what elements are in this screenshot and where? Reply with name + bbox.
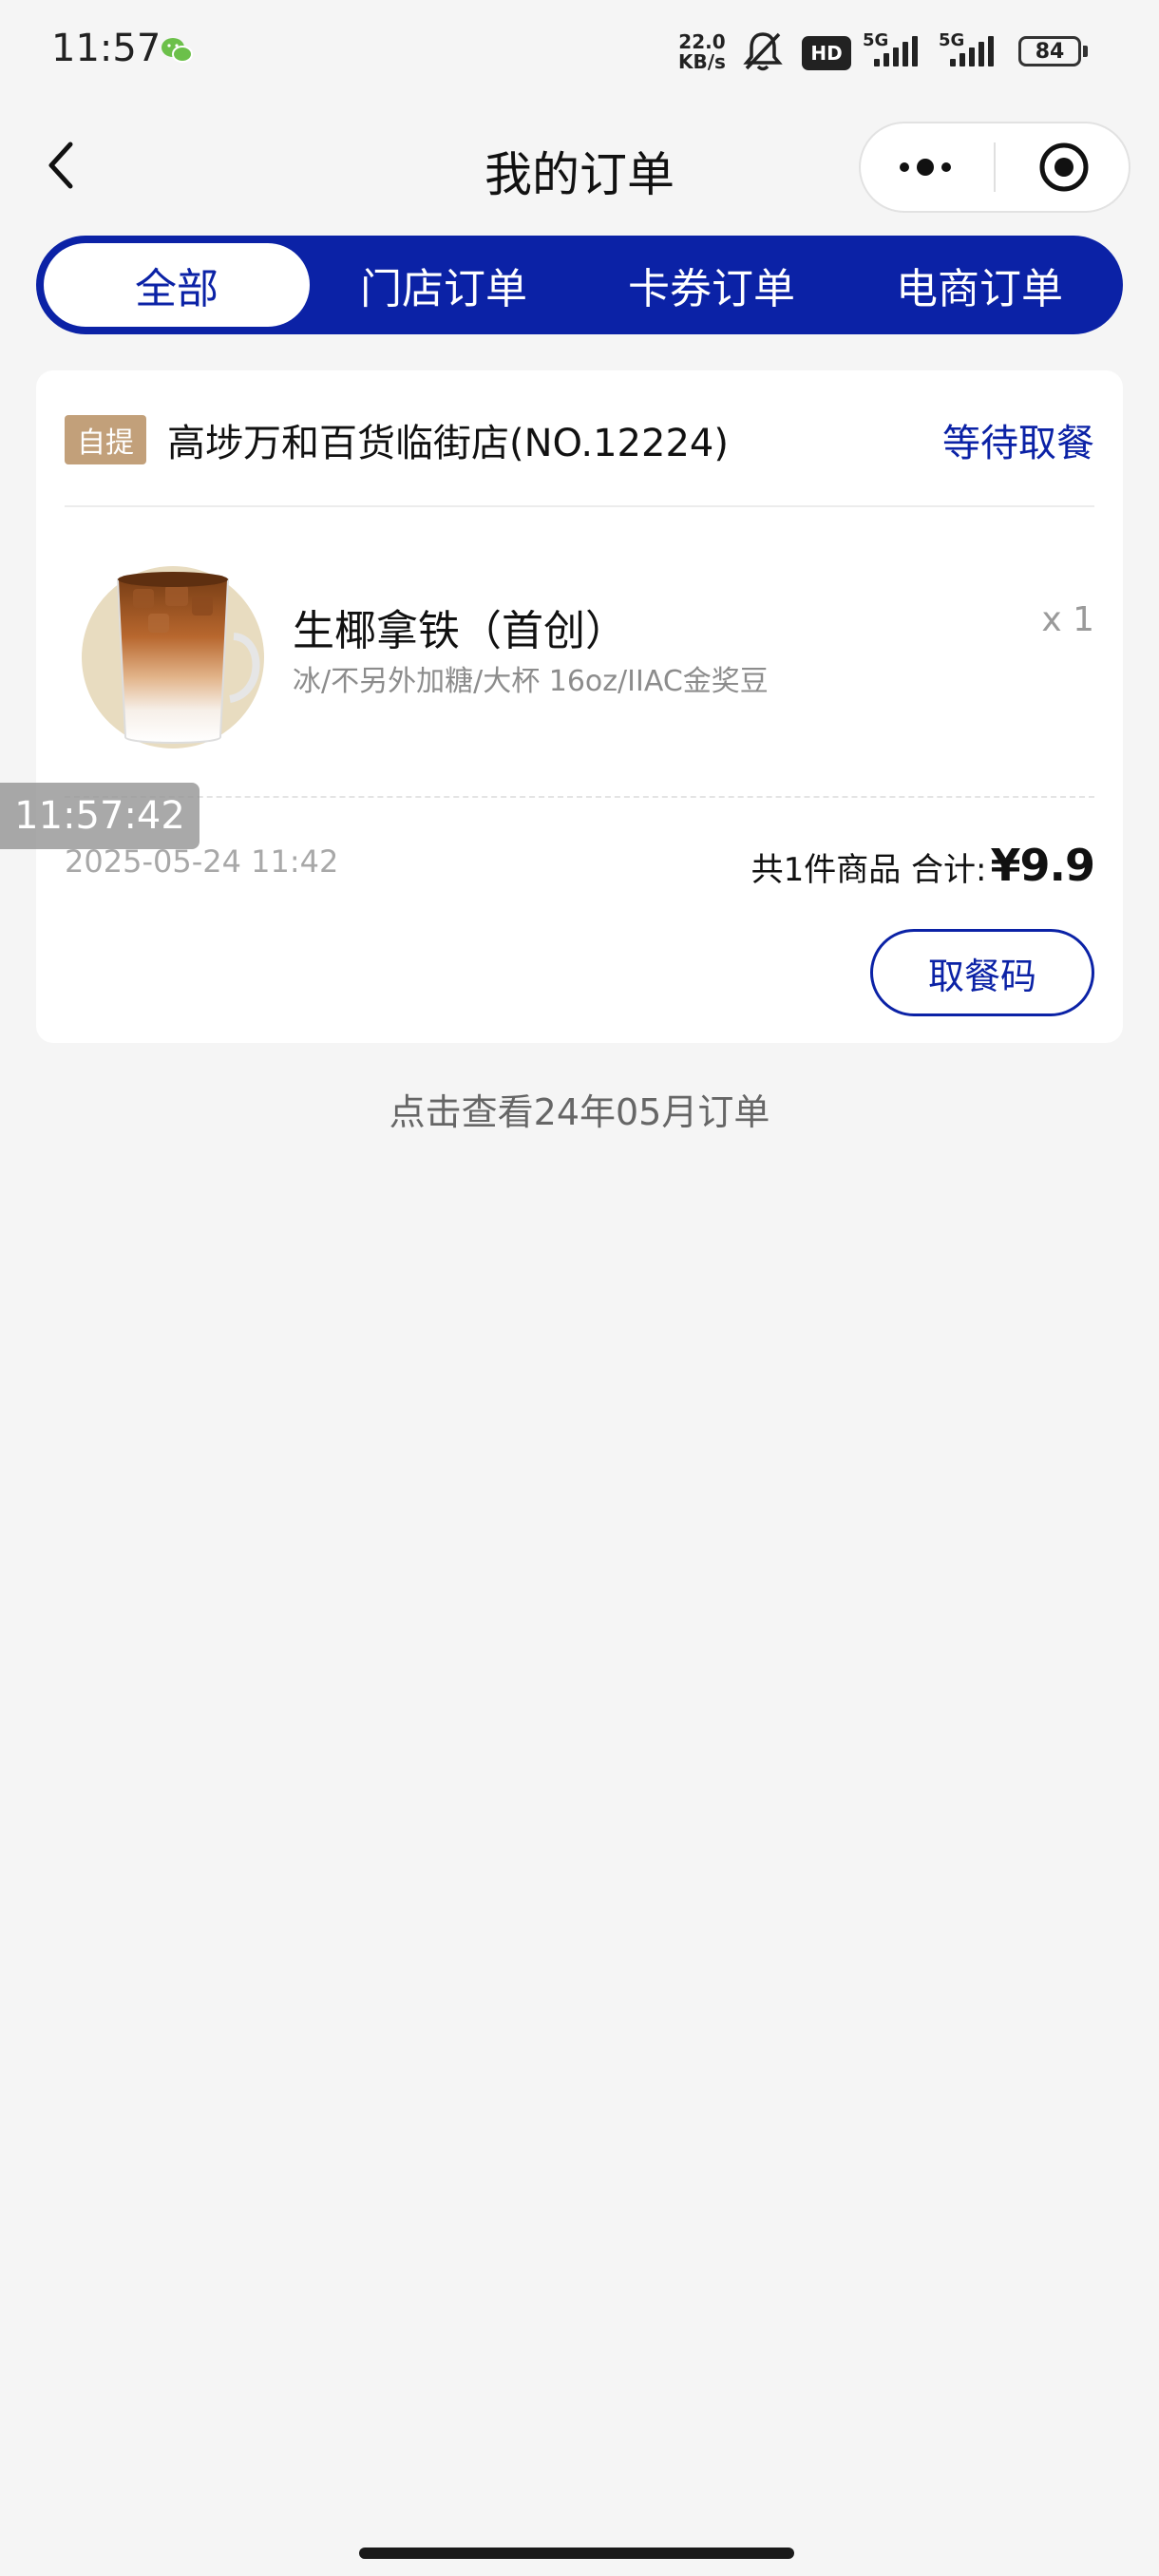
net-speed: 22.0 KB/s (678, 32, 726, 72)
hd-icon: HD (802, 36, 851, 70)
signal-label: 5G (863, 30, 889, 50)
history-orders-link[interactable]: 点击查看24年05月订单 (0, 1083, 1159, 1135)
capsule-divider (994, 142, 996, 192)
net-speed-unit: KB/s (678, 50, 726, 73)
battery-icon: 84 (1018, 36, 1081, 66)
battery-tip (1083, 46, 1088, 57)
signal-icon: 5G (935, 30, 1007, 72)
coconut-latte-image (82, 566, 264, 748)
store-name: 高埗万和百货临街店(NO.12224) (167, 422, 729, 465)
tab-voucher-orders[interactable]: 卡券订单 (578, 236, 846, 334)
tab-all[interactable]: 全部 (44, 243, 310, 327)
divider-dashed (65, 796, 1094, 798)
order-summary: 共1件商品 合计: ¥9.9 (750, 840, 1095, 891)
tab-ecommerce-orders[interactable]: 电商订单 (846, 236, 1113, 334)
status-time: 11:57 (51, 27, 162, 70)
wechat-icon (162, 38, 193, 63)
home-indicator[interactable] (359, 2548, 794, 2559)
pickup-badge: 自提 (65, 415, 146, 464)
floating-clock: 11:57:42 (0, 783, 200, 849)
signal-label: 5G (939, 30, 965, 50)
pickup-code-button[interactable]: 取餐码 (870, 929, 1094, 1016)
divider (65, 505, 1094, 507)
product-spec: 冰/不另外加糖/大杯 16oz/IIAC金奖豆 (293, 665, 769, 698)
battery-level: 84 (1035, 39, 1065, 64)
order-status: 等待取餐 (942, 422, 1094, 465)
signal-icon: 5G (859, 30, 931, 72)
mute-icon (743, 32, 783, 71)
summary-label: 共1件商品 合计: (750, 851, 987, 889)
more-icon[interactable] (893, 148, 1007, 186)
net-speed-value: 22.0 (678, 30, 726, 53)
tab-store-orders[interactable]: 门店订单 (310, 236, 578, 334)
close-icon[interactable] (1037, 141, 1091, 194)
product-quantity: x 1 (1041, 600, 1094, 639)
product-name: 生椰拿铁（首创） (293, 607, 627, 655)
order-total: ¥9.9 (990, 840, 1095, 891)
